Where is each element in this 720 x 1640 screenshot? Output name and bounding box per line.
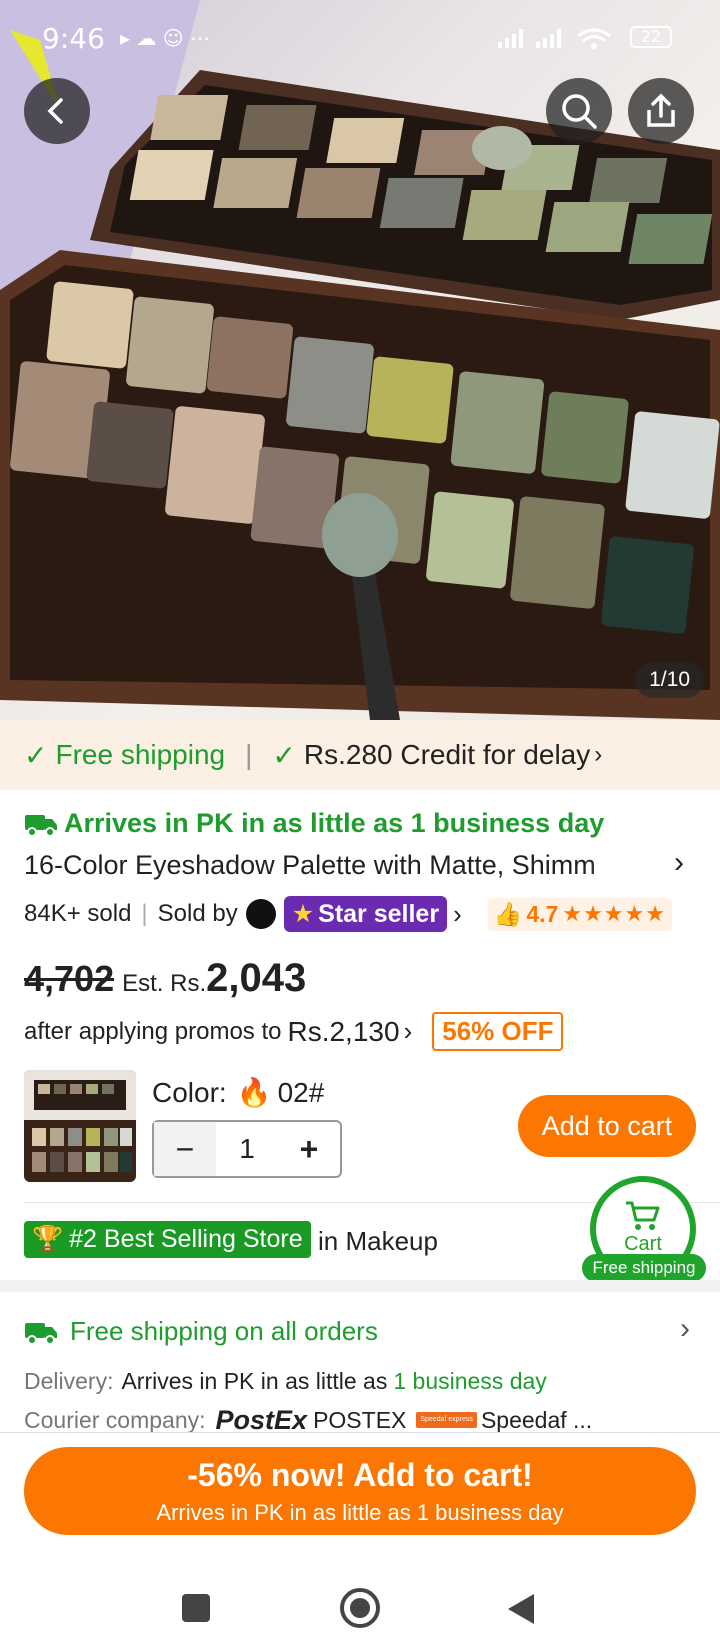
star-seller-badge[interactable]: ★ Star seller <box>283 896 448 932</box>
sold-count: 84K+ sold <box>24 900 132 927</box>
chevron-right-icon[interactable]: › <box>453 899 462 930</box>
chevron-right-icon[interactable]: › <box>680 1312 690 1346</box>
arrival-info: Arrives in PK in as little as 1 business… <box>24 808 604 839</box>
cta-sub-label: Arrives in PK in as little as 1 business… <box>156 1500 564 1525</box>
quantity-stepper[interactable]: − 1 + <box>152 1120 342 1178</box>
battery-level: 22 <box>640 27 662 46</box>
truck-icon <box>25 814 57 837</box>
delivery-highlight: 1 business day <box>393 1368 547 1394</box>
section-gap <box>0 1280 720 1292</box>
signal-wifi-icon <box>498 28 611 49</box>
est-label: Est. Rs. <box>122 970 207 997</box>
cta-main-label: -56% now! Add to cart! <box>187 1457 533 1493</box>
postex-logo: PostEx <box>215 1405 308 1435</box>
courier-row: Courier company: PostEx POSTEX Speedaf e… <box>24 1405 704 1435</box>
chevron-left-icon <box>47 98 63 124</box>
add-to-cart-cta[interactable]: -56% now! Add to cart! Arrives in PK in … <box>24 1447 696 1535</box>
sold-by-label: Sold by <box>157 900 238 927</box>
thumbs-up-icon: 👍 <box>493 900 523 927</box>
arrival-text: Arrives in PK in as little as 1 business… <box>64 808 605 838</box>
thumbnail-image <box>24 1070 136 1172</box>
notification-icons: ▸ ☁ ☺ ⋯ <box>120 26 210 50</box>
delivery-label: Delivery: <box>24 1368 114 1394</box>
image-counter: 1/10 <box>635 662 704 698</box>
battery-icon: 22 <box>630 26 672 48</box>
promo-row[interactable]: after applying promos to Rs.2,130 › 56% … <box>24 1012 564 1051</box>
promo-price: Rs.2,130 <box>287 1015 400 1047</box>
rating-stars: ★★★★★ <box>562 901 666 926</box>
home-dot-icon <box>350 1598 370 1618</box>
sold-divider: | <box>141 900 148 927</box>
product-image-gallery[interactable]: 9:46 ▸ ☁ ☺ ⋯ 22 1/10 <box>0 0 720 720</box>
search-icon <box>562 94 597 129</box>
search-button[interactable] <box>546 78 612 144</box>
seller-avatar[interactable] <box>245 899 276 929</box>
cart-label: Cart <box>624 1233 662 1255</box>
star-seller-label: Star seller <box>318 899 440 928</box>
share-icon <box>647 93 675 127</box>
recent-apps-button[interactable] <box>182 1594 210 1622</box>
check-icon: ✓ <box>272 739 296 771</box>
shipping-banner[interactable]: ✓ Free shipping | ✓ Rs.280 Credit for de… <box>0 720 720 790</box>
color-row: Color: 🔥 02# <box>152 1076 324 1109</box>
original-price: 4,702 <box>24 958 115 999</box>
shipping-title: Free shipping on all orders <box>70 1316 378 1346</box>
discount-badge: 56% OFF <box>432 1012 564 1051</box>
price-row: 4,702 Est. Rs. 2,043 <box>24 956 306 1001</box>
cta-divider <box>0 1432 720 1433</box>
courier-label: Courier company: <box>24 1406 206 1433</box>
promo-text: after applying promos to <box>24 1017 282 1045</box>
courier-speedaf: Speedaf ... <box>480 1406 593 1433</box>
status-bar: 9:46 ▸ ☁ ☺ ⋯ 22 <box>0 0 720 70</box>
share-button[interactable] <box>628 78 694 144</box>
best-selling-label: #2 Best Selling Store <box>69 1225 303 1253</box>
cart-icon <box>626 1201 660 1230</box>
variant-thumbnail[interactable] <box>24 1070 136 1182</box>
check-icon: ✓ <box>24 739 48 771</box>
trophy-icon: 🏆 <box>32 1225 64 1253</box>
speedaf-logo: Speedaf express <box>416 1412 477 1428</box>
increase-button[interactable]: + <box>278 1131 340 1168</box>
product-title[interactable]: 16-Color Eyeshadow Palette with Matte, S… <box>24 850 664 881</box>
chevron-right-icon: › <box>403 1016 413 1046</box>
shipping-title-row[interactable]: Free shipping on all orders <box>24 1316 378 1347</box>
flame-icon: 🔥 <box>236 1077 272 1108</box>
delivery-text: Arrives in PK in as little as <box>121 1368 388 1394</box>
back-button[interactable] <box>24 78 90 144</box>
rating-value: 4.7 <box>526 900 559 927</box>
courier-postex: POSTEX <box>313 1406 407 1433</box>
quantity-value[interactable]: 1 <box>216 1133 278 1165</box>
floating-cart[interactable]: Cart Free shipping <box>582 1176 720 1284</box>
color-value: 02# <box>277 1076 325 1108</box>
free-shipping-label: Free shipping <box>55 739 226 770</box>
chevron-right-icon[interactable]: › <box>674 846 684 880</box>
chevron-right-icon: › <box>594 741 603 768</box>
rating-badge[interactable]: 👍 4.7 ★★★★★ <box>487 897 672 931</box>
banner-divider: | <box>245 739 253 770</box>
status-time: 9:46 <box>42 22 105 55</box>
best-selling-badge[interactable]: 🏆 #2 Best Selling Store <box>24 1221 311 1258</box>
truck-icon <box>25 1322 57 1345</box>
star-icon: ★ <box>291 900 315 928</box>
seller-row: 84K+ sold | Sold by ★ Star seller › 👍 4.… <box>24 896 704 932</box>
home-button[interactable] <box>340 1588 380 1628</box>
nav-back-button[interactable] <box>506 1592 536 1626</box>
best-selling-category: in Makeup <box>318 1226 438 1256</box>
est-price: 2,043 <box>206 956 307 1000</box>
decrease-button[interactable]: − <box>154 1122 216 1176</box>
cart-free-shipping-label: Free shipping <box>582 1254 706 1282</box>
color-label: Color: <box>152 1076 227 1108</box>
system-nav-bar <box>0 1548 720 1640</box>
delivery-row: Delivery: Arrives in PK in as little as … <box>24 1368 547 1395</box>
add-to-cart-button[interactable]: Add to cart <box>518 1095 696 1157</box>
product-photo <box>0 0 720 720</box>
credit-label: Rs.280 Credit for delay <box>303 739 591 770</box>
